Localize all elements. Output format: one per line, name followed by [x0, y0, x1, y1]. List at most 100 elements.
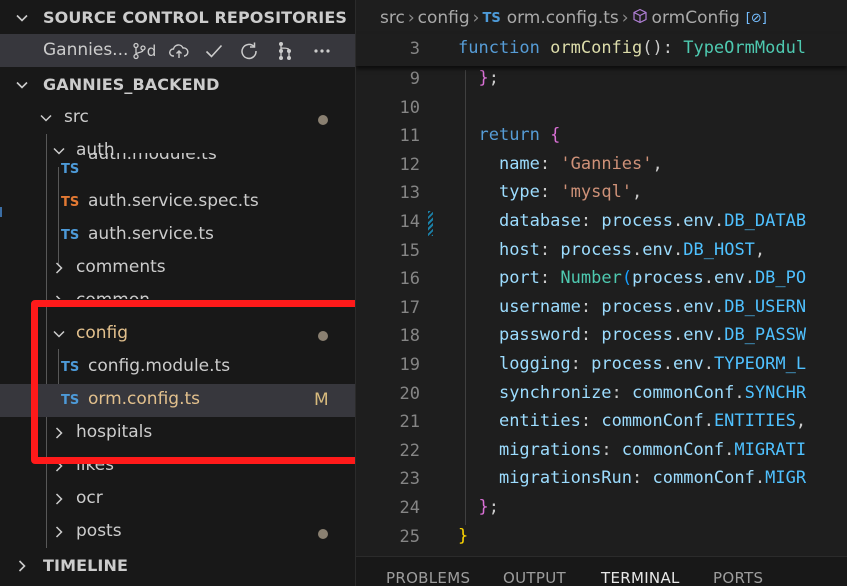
chevron-right-icon	[51, 293, 69, 299]
source-control-repositories-header[interactable]: SOURCE CONTROL REPOSITORIES	[0, 1, 356, 34]
code-line[interactable]: }	[458, 526, 468, 546]
line-number: 14	[399, 212, 420, 232]
code-token: commonConf	[601, 411, 704, 431]
graph-icon[interactable]	[272, 38, 298, 64]
line-number: 15	[399, 241, 420, 261]
chevron-down-icon	[0, 77, 43, 93]
code-token: commonConf	[621, 440, 725, 460]
refresh-icon[interactable]	[236, 38, 262, 64]
line-number: 22	[399, 441, 420, 461]
code-token: :	[601, 440, 622, 460]
code-token: .	[713, 297, 725, 317]
chevron-right-icon	[51, 491, 69, 509]
code-token: .	[672, 211, 684, 231]
section-title: SOURCE CONTROL REPOSITORIES	[43, 8, 348, 27]
tab-problems[interactable]: PROBLEMS	[386, 569, 470, 586]
code-line[interactable]: migrations: commonConf.MIGRATI	[458, 440, 806, 460]
chevron-right-icon: ›	[472, 8, 480, 28]
chevron-down-icon	[38, 110, 56, 128]
code-line[interactable]: name: 'Gannies',	[458, 154, 663, 174]
code-line[interactable]: entities: commonConf.ENTITIES,	[458, 411, 806, 431]
file-item-auth-service-spec-ts[interactable]: TS auth.service.spec.ts	[0, 186, 356, 219]
code-token: .	[662, 354, 673, 374]
chevron-right-icon	[0, 558, 43, 574]
explorer-project-header[interactable]: GANNIES_BACKEND	[0, 68, 356, 101]
repository-row[interactable]: Gannies... d	[0, 34, 356, 67]
code-line[interactable]: password: process.env.DB_PASSW	[458, 325, 806, 345]
code-token: .	[713, 325, 725, 345]
breadcrumb-symbol[interactable]: ormConfig	[652, 8, 740, 28]
modified-dot-icon	[318, 115, 328, 125]
code-token: {	[550, 125, 561, 145]
tab-terminal[interactable]: TERMINAL	[601, 569, 680, 586]
code-token: .	[734, 383, 745, 403]
folder-item-comments[interactable]: comments	[0, 252, 356, 285]
code-line[interactable]: migrationsRun: commonConf.MIGR	[458, 468, 806, 488]
code-editor[interactable]: src › config › TS orm.config.ts › ormCon…	[356, 0, 847, 586]
code-line[interactable]: database: process.env.DB_DATAB	[458, 211, 806, 231]
sticky-scroll-line[interactable]: 3 function ormConfig(): TypeOrmModul	[356, 34, 847, 66]
breadcrumb-file[interactable]: orm.config.ts	[507, 8, 619, 28]
code-token: MIGRATI	[734, 440, 807, 460]
code-token: }	[478, 497, 489, 517]
code-token: }	[478, 68, 489, 88]
breadcrumb-config[interactable]: config	[418, 8, 470, 28]
line-number: 13	[399, 183, 420, 203]
line-number: 17	[399, 298, 420, 318]
branch-label: d	[146, 42, 157, 60]
code-token: entities	[498, 411, 581, 431]
folder-item-src[interactable]: src	[0, 102, 356, 135]
code-token: type	[498, 182, 540, 202]
code-token: ;	[488, 68, 499, 88]
cloud-upload-icon[interactable]	[166, 38, 192, 64]
code-token: commonConf	[652, 468, 755, 488]
code-token: .	[673, 240, 684, 260]
folder-item-ocr[interactable]: ocr	[0, 483, 356, 516]
code-token: TYPEORM_L	[713, 354, 807, 374]
code-token: env	[683, 297, 714, 317]
function-name: ormConfig	[550, 38, 643, 58]
folder-item-common[interactable]: common	[0, 285, 356, 299]
more-icon[interactable]	[309, 38, 335, 64]
code-token: .	[672, 325, 684, 345]
code-line[interactable]: synchronize: commonConf.SYNCHR	[458, 383, 806, 403]
code-token: :	[632, 468, 653, 488]
tree-item-label: comments	[76, 257, 166, 277]
chevron-right-icon: ›	[621, 8, 629, 28]
code-line[interactable]: type: 'mysql',	[458, 182, 642, 202]
code-token: .	[724, 440, 735, 460]
line-number: 25	[399, 527, 420, 547]
code-line[interactable]: logging: process.env.TYPEORM_L	[458, 354, 806, 374]
code-line[interactable]: port: Number(process.env.DB_PO	[458, 268, 806, 288]
line-number: 18	[399, 326, 420, 346]
tree-item-label: auth.module.ts	[88, 153, 217, 164]
code-token: DB_DATAB	[724, 211, 807, 231]
code-token: env	[713, 268, 745, 288]
tab-output[interactable]: OUTPUT	[503, 569, 566, 586]
git-branch-icon[interactable]: d	[127, 38, 161, 64]
punctuation: ():	[642, 38, 684, 58]
tree-item-label: src	[64, 107, 89, 127]
code-token: .	[632, 240, 643, 260]
panel-tab-bar: PROBLEMS OUTPUT TERMINAL PORTS	[356, 556, 847, 586]
line-number: 20	[399, 384, 420, 404]
variable-icon: [⊘]	[745, 10, 767, 26]
chevron-down-icon	[0, 10, 43, 26]
file-item-auth-service-ts[interactable]: TS auth.service.ts	[0, 219, 356, 252]
code-token: host	[498, 240, 540, 260]
code-line[interactable]: host: process.env.DB_HOST,	[458, 240, 765, 260]
code-line[interactable]: username: process.env.DB_USERN	[458, 297, 806, 317]
scroll-indicator	[0, 207, 2, 217]
tab-ports[interactable]: PORTS	[713, 569, 763, 586]
check-icon[interactable]	[201, 38, 227, 64]
code-token: :	[580, 325, 602, 345]
line-number: 16	[399, 269, 420, 289]
folder-item-posts[interactable]: posts	[0, 516, 356, 549]
code-line[interactable]: return {	[458, 125, 560, 145]
timeline-header[interactable]: TIMELINE	[0, 549, 356, 582]
file-item-auth-module-ts[interactable]: TS auth.module.ts	[0, 153, 356, 186]
breadcrumb-src[interactable]: src	[380, 8, 405, 28]
chevron-right-icon	[51, 524, 69, 542]
